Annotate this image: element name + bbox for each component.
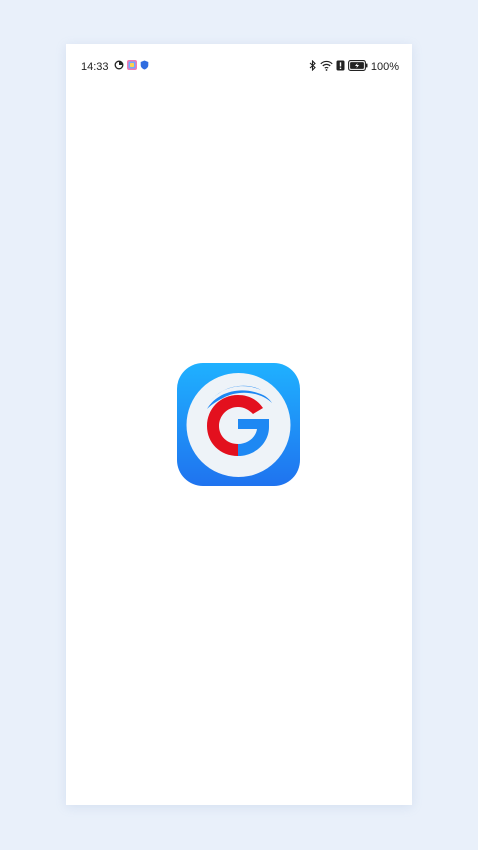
notification-badge-icon: [336, 60, 345, 74]
sync-icon: [114, 60, 124, 73]
status-bar-right: 100%: [309, 59, 399, 74]
status-bar-left: 14:33: [81, 60, 149, 73]
gallery-app-icon: [126, 60, 137, 73]
status-time: 14:33: [81, 60, 109, 73]
wifi-icon: [320, 60, 333, 74]
shield-icon: [140, 60, 149, 73]
app-logo-g-icon: [177, 363, 300, 486]
bluetooth-icon: [309, 59, 317, 74]
battery-percent: 100%: [370, 61, 399, 73]
battery-icon: [347, 60, 368, 74]
phone-screen: 14:33 100%: [66, 44, 412, 805]
status-bar: 14:33 100%: [66, 44, 412, 90]
